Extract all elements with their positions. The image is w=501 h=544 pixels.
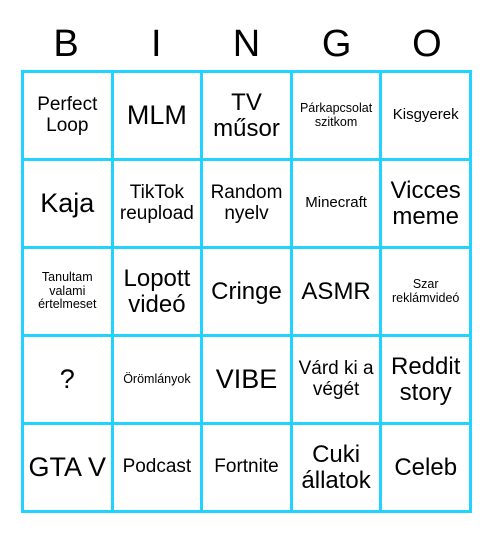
bingo-cell[interactable]: Tanultam valami értelmeset	[24, 249, 114, 337]
bingo-cell-label: TikTok reupload	[119, 181, 194, 224]
bingo-cell-label: Random nyelv	[210, 181, 283, 224]
bingo-cell[interactable]: Minecraft	[292, 161, 383, 249]
bingo-cell-label: MLM	[126, 99, 187, 130]
header-letter-o: O	[412, 23, 442, 65]
bingo-cell[interactable]: ?	[24, 337, 114, 425]
bingo-cell[interactable]: Lopott videó	[113, 249, 204, 337]
bingo-cell[interactable]: GTA V	[24, 425, 114, 513]
bingo-cell-label: Vicces meme	[390, 176, 461, 230]
bingo-cell-label: Lopott videó	[123, 264, 191, 318]
bingo-cell-label: Kaja	[40, 187, 95, 218]
bingo-cell-label: ?	[59, 363, 75, 394]
bingo-cell[interactable]: Cringe	[203, 249, 293, 337]
bingo-cell[interactable]: Kisgyerek	[382, 73, 472, 161]
bingo-cell-label: Kisgyerek	[392, 106, 459, 124]
bingo-card: B I N G O Perfect Loop MLM TV műsor Párk…	[0, 0, 501, 544]
bingo-cell-label: Minecraft	[305, 194, 367, 212]
bingo-cell-label: Reddit story	[391, 352, 461, 406]
bingo-cell-label: Cuki állatok	[301, 440, 371, 494]
header-letter-n: N	[232, 23, 261, 65]
bingo-cell[interactable]: Celeb	[382, 425, 472, 513]
bingo-cell-label: Párkapcsolat szitkom	[299, 101, 373, 129]
bingo-cell[interactable]: Fortnite	[203, 425, 293, 513]
bingo-cell[interactable]: ASMR	[292, 249, 383, 337]
header-letter-g: G	[321, 23, 352, 65]
bingo-cell[interactable]: Örömlányok	[113, 337, 204, 425]
bingo-cell-label: ASMR	[301, 277, 371, 305]
bingo-cell[interactable]: Reddit story	[382, 337, 472, 425]
bingo-cell[interactable]: Párkapcsolat szitkom	[292, 73, 383, 161]
bingo-cell[interactable]: Podcast	[113, 425, 204, 513]
bingo-cell[interactable]: TV műsor	[203, 73, 293, 161]
bingo-cell-label: Perfect Loop	[37, 93, 98, 136]
bingo-cell[interactable]: Szar reklámvideó	[382, 249, 472, 337]
bingo-cell[interactable]: Perfect Loop	[24, 73, 114, 161]
bingo-cell[interactable]: Kaja	[24, 161, 114, 249]
bingo-cell[interactable]: VIBE	[203, 337, 293, 425]
bingo-cell[interactable]: Vicces meme	[382, 161, 472, 249]
bingo-cell[interactable]: Cuki állatok	[292, 425, 383, 513]
bingo-cell-label: Szar reklámvideó	[391, 277, 460, 305]
bingo-header: B I N G O	[21, 18, 472, 70]
bingo-cell-label: Celeb	[394, 453, 458, 481]
bingo-grid: Perfect Loop MLM TV műsor Párkapcsolat s…	[21, 70, 472, 513]
bingo-cell-label: TV műsor	[213, 88, 280, 142]
bingo-cell-label: Cringe	[211, 277, 282, 305]
bingo-cell-label: Örömlányok	[123, 371, 191, 386]
bingo-cell[interactable]: TikTok reupload	[113, 161, 204, 249]
bingo-cell[interactable]: Random nyelv	[203, 161, 293, 249]
bingo-cell-label: Tanultam valami értelmeset	[38, 270, 97, 312]
bingo-cell[interactable]: Várd ki a végét	[292, 337, 383, 425]
header-letter-b: B	[53, 23, 79, 65]
bingo-cell-label: Podcast	[122, 456, 192, 478]
bingo-cell-label: GTA V	[28, 451, 107, 482]
bingo-cell-label: VIBE	[215, 363, 278, 394]
bingo-cell-label: Várd ki a végét	[298, 357, 374, 400]
bingo-cell[interactable]: MLM	[113, 73, 204, 161]
header-letter-i: I	[151, 23, 162, 65]
bingo-cell-label: Fortnite	[214, 456, 279, 478]
